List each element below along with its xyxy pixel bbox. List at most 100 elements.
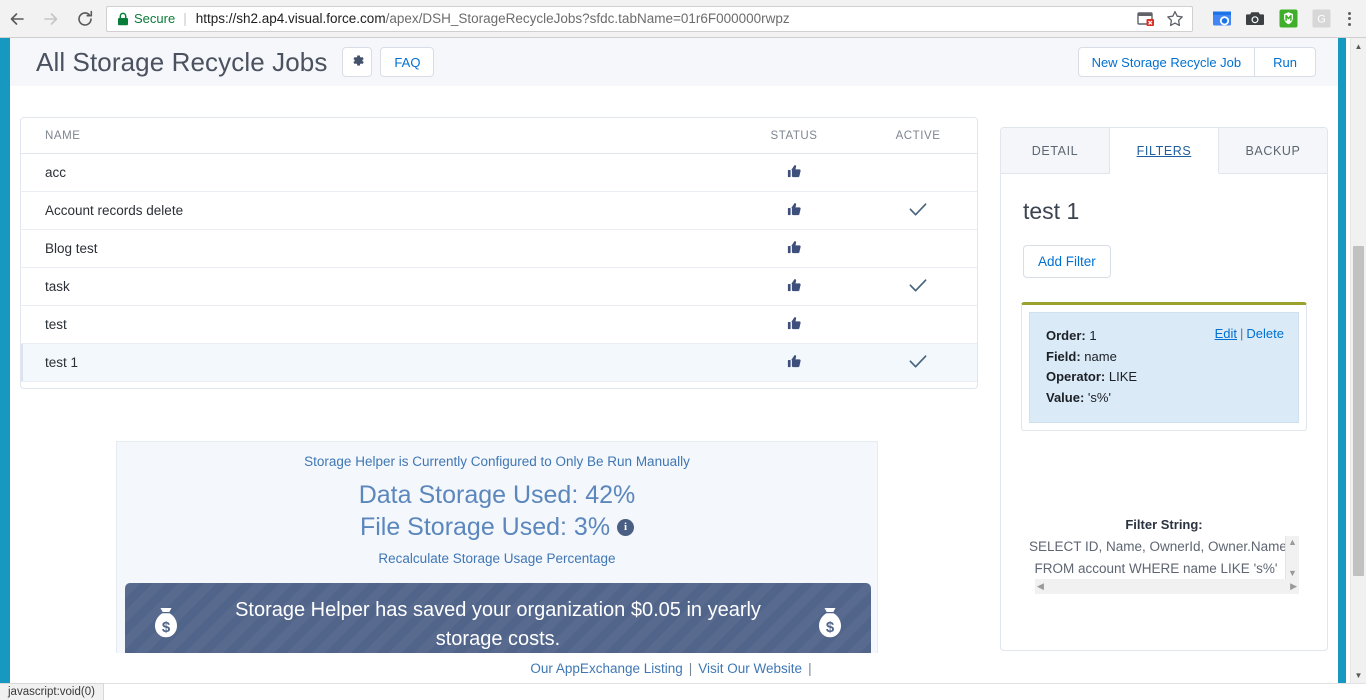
faq-button[interactable]: FAQ: [380, 47, 435, 77]
thumbs-up-icon: [786, 201, 803, 221]
row-active: [859, 153, 977, 192]
table-row[interactable]: Account records delete: [21, 191, 977, 230]
camera-icon[interactable]: [1244, 8, 1266, 30]
jobs-table-header-row: NAME STATUS ACTIVE: [21, 118, 977, 154]
money-bag-icon: $: [813, 605, 847, 645]
column-header-active[interactable]: ACTIVE: [859, 118, 977, 154]
table-row[interactable]: task: [21, 267, 977, 306]
check-icon: [908, 201, 928, 221]
svg-text:$: $: [162, 619, 171, 636]
screenshot-capture-icon[interactable]: [1211, 8, 1233, 30]
panel-tab-strip: DETAIL FILTERS BACKUP: [1001, 128, 1327, 174]
add-filter-button[interactable]: Add Filter: [1023, 245, 1111, 278]
filter-field-row: Field: name: [1046, 347, 1282, 368]
filter-action-separator: |: [1240, 326, 1244, 341]
check-icon: [908, 277, 928, 297]
filter-value-row: Value: 's%': [1046, 388, 1282, 409]
column-header-status[interactable]: STATUS: [729, 118, 859, 154]
row-name: Account records delete: [21, 191, 729, 230]
tab-filters-label: FILTERS: [1136, 143, 1192, 158]
table-row[interactable]: test: [21, 305, 977, 344]
three-dot-menu-icon[interactable]: [1338, 6, 1360, 32]
page-scrollbar-thumb[interactable]: [1353, 246, 1364, 576]
bookmark-star-icon[interactable]: [1164, 8, 1186, 30]
row-status: [729, 305, 859, 344]
tab-backup[interactable]: BACKUP: [1219, 128, 1327, 173]
storage-summary-panel: Storage Helper is Currently Configured t…: [116, 441, 878, 676]
blocked-popup-icon[interactable]: [1135, 8, 1157, 30]
filter-edit-link[interactable]: Edit: [1215, 326, 1237, 341]
row-status: [729, 267, 859, 306]
tab-detail-label: DETAIL: [1031, 143, 1079, 158]
table-row[interactable]: test 1: [21, 343, 977, 382]
scroll-down-icon[interactable]: ▼: [1288, 569, 1297, 578]
record-name: test 1: [1023, 198, 1080, 224]
appexchange-listing-link[interactable]: Our AppExchange Listing: [530, 661, 682, 676]
thumbs-up-icon: [786, 239, 803, 259]
url-text: https://sh2.ap4.visual.force.com/apex/DS…: [196, 11, 790, 26]
filter-string-label: Filter String:: [1125, 517, 1203, 532]
row-status: [729, 343, 859, 382]
recalculate-storage-link[interactable]: Recalculate Storage Usage Percentage: [117, 551, 877, 566]
omnibox-icons: [1127, 8, 1186, 30]
row-name: test 1: [21, 343, 729, 382]
page-content: All Storage Recycle Jobs FAQ New Storage…: [10, 38, 1338, 683]
jobs-table-head: NAME STATUS ACTIVE: [21, 118, 977, 154]
forward-button[interactable]: [34, 2, 68, 36]
filter-card-wrapper: Edit | Delete Order: 1 Field: name Operato…: [1021, 302, 1307, 431]
record-detail-panel: DETAIL FILTERS BACKUP test 1 Add Filter …: [1000, 127, 1328, 651]
filter-order-value: 1: [1089, 328, 1097, 343]
new-storage-recycle-job-button[interactable]: New Storage Recycle Job: [1077, 47, 1256, 77]
run-button[interactable]: Run: [1254, 47, 1316, 77]
row-name: Blog test: [21, 229, 729, 268]
scroll-right-icon[interactable]: ▶: [1290, 582, 1297, 591]
table-row[interactable]: acc: [21, 153, 977, 192]
status-bar-text: javascript:void(0): [0, 683, 104, 700]
page-footer: Our AppExchange Listing | Visit Our Webs…: [10, 653, 1338, 683]
svg-text:G: G: [1317, 14, 1326, 26]
extension-icons: G: [1201, 8, 1338, 30]
data-storage-used: Data Storage Used: 42%: [358, 481, 636, 509]
filter-operator-row: Operator: LIKE: [1046, 367, 1282, 388]
thumbs-up-icon: [786, 163, 803, 183]
filter-string-textarea[interactable]: SELECT ID, Name, OwnerId, Owner.Name FRO…: [1029, 536, 1299, 594]
filter-string-vertical-scrollbar[interactable]: ▲ ▼: [1285, 536, 1299, 580]
page-scrollbar[interactable]: ▲ ▼: [1350, 38, 1366, 683]
tab-detail[interactable]: DETAIL: [1001, 128, 1110, 173]
address-bar[interactable]: Secure | https://sh2.ap4.visual.force.co…: [106, 5, 1193, 32]
status-bar: javascript:void(0): [0, 683, 1366, 700]
row-status: [729, 229, 859, 268]
row-name: task: [21, 267, 729, 306]
omnibox-separator: |: [183, 11, 187, 26]
url-path: /apex/DSH_StorageRecycleJobs?sfdc.tabNam…: [385, 11, 790, 26]
filter-delete-link[interactable]: Delete: [1246, 326, 1284, 341]
footer-separator-2: |: [808, 660, 812, 676]
filter-card[interactable]: Edit | Delete Order: 1 Field: name Operato…: [1029, 312, 1299, 423]
page-viewport: All Storage Recycle Jobs FAQ New Storage…: [0, 38, 1366, 683]
scroll-left-icon[interactable]: ◀: [1037, 582, 1044, 591]
tab-filters[interactable]: FILTERS: [1110, 128, 1219, 174]
settings-gear-button[interactable]: [342, 47, 373, 77]
thumbs-up-icon: [786, 277, 803, 297]
malware-shield-icon[interactable]: [1277, 8, 1299, 30]
money-bag-icon: $: [149, 605, 183, 645]
page-scroll-down-icon[interactable]: ▼: [1351, 667, 1366, 683]
page-header: All Storage Recycle Jobs FAQ New Storage…: [10, 38, 1338, 86]
browser-toolbar: Secure | https://sh2.ap4.visual.force.co…: [0, 0, 1366, 38]
filter-string-horizontal-scrollbar[interactable]: ◀ ▶: [1035, 579, 1299, 594]
row-status: [729, 153, 859, 192]
table-row[interactable]: Blog test: [21, 229, 977, 268]
filter-field-value: name: [1084, 348, 1117, 364]
visit-website-link[interactable]: Visit Our Website: [698, 661, 802, 676]
filter-string-line-1: SELECT ID, Name, OwnerId, Owner.Name: [1029, 539, 1287, 554]
page-scroll-up-icon[interactable]: ▲: [1351, 38, 1366, 54]
lock-icon: [117, 12, 129, 26]
scroll-up-icon[interactable]: ▲: [1288, 538, 1297, 547]
file-storage-used-row: File Storage Used: 3% i: [117, 511, 877, 543]
column-header-name[interactable]: NAME: [21, 118, 729, 154]
back-button[interactable]: [0, 2, 34, 36]
reload-button[interactable]: [68, 2, 102, 36]
thumbs-up-icon: [786, 315, 803, 335]
google-extension-icon[interactable]: G: [1310, 8, 1332, 30]
info-icon[interactable]: i: [617, 518, 635, 536]
